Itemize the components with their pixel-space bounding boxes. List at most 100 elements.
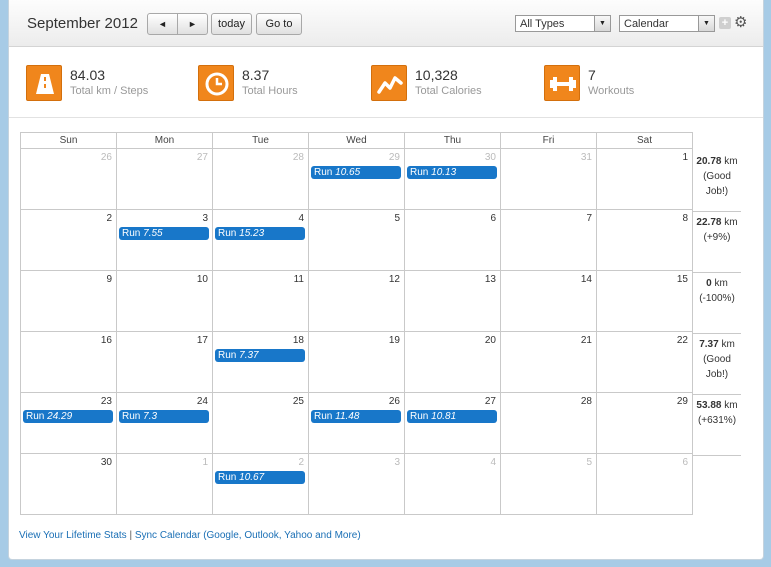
week-distance: 20.78 <box>696 156 722 167</box>
day-cell[interactable]: 7 <box>500 209 597 271</box>
workout-event[interactable]: Run 15.23 <box>215 227 305 240</box>
workout-event[interactable]: Run 7.3 <box>119 410 209 423</box>
day-cell[interactable]: 17 <box>116 331 213 393</box>
day-cell[interactable]: 24 Run 7.3 <box>116 392 213 454</box>
day-cell[interactable]: 4 <box>404 453 501 515</box>
weekday-header: Sun Mon Tue Wed Thu Fri Sat <box>20 132 693 149</box>
event-type: Run <box>26 411 45 422</box>
week-change: (-100%) <box>699 293 735 304</box>
day-cell[interactable]: 1 <box>596 148 693 210</box>
week-change: (+631%) <box>697 415 737 426</box>
day-number: 3 <box>202 213 208 224</box>
day-number: 2 <box>106 213 112 224</box>
day-cell[interactable]: 9 <box>20 270 117 332</box>
day-cell[interactable]: 26 <box>20 148 117 210</box>
weekday-label: Mon <box>116 132 213 149</box>
day-cell[interactable]: 16 <box>20 331 117 393</box>
event-distance: 10.81 <box>431 411 457 422</box>
lifetime-stats-link[interactable]: View Your Lifetime Stats <box>19 530 127 541</box>
week-row: 30 1 2 Run 10.67 3 4 5 6 <box>20 453 693 515</box>
day-cell[interactable]: 31 <box>500 148 597 210</box>
day-number: 27 <box>196 152 208 163</box>
prev-month-button[interactable]: ◄ <box>147 13 178 35</box>
day-number: 1 <box>682 152 688 163</box>
day-cell[interactable]: 19 <box>308 331 405 393</box>
week-unit: km <box>724 217 738 228</box>
workout-event[interactable]: Run 10.13 <box>407 166 497 179</box>
stat-value: 7 <box>588 67 596 83</box>
weekday-label: Wed <box>308 132 405 149</box>
day-cell[interactable]: 13 <box>404 270 501 332</box>
day-cell[interactable]: 6 <box>596 453 693 515</box>
day-cell[interactable]: 28 <box>500 392 597 454</box>
day-cell[interactable]: 27 <box>116 148 213 210</box>
stats-bar: 84.03 Total km / Steps 8.37 Total Hours … <box>9 48 763 118</box>
day-number: 12 <box>388 274 400 285</box>
day-cell[interactable]: 3 <box>308 453 405 515</box>
goto-button[interactable]: Go to <box>256 13 302 35</box>
day-number: 16 <box>100 335 112 346</box>
sync-calendar-link[interactable]: Sync Calendar (Google, Outlook, Yahoo an… <box>135 530 361 541</box>
day-cell[interactable]: 29 Run 10.65 <box>308 148 405 210</box>
day-number: 30 <box>484 152 496 163</box>
add-icon[interactable]: + <box>719 17 731 29</box>
workout-event[interactable]: Run 24.29 <box>23 410 113 423</box>
day-cell[interactable]: 4 Run 15.23 <box>212 209 309 271</box>
day-cell[interactable]: 20 <box>404 331 501 393</box>
event-type: Run <box>410 167 429 178</box>
day-cell[interactable]: 5 <box>308 209 405 271</box>
day-cell[interactable]: 8 <box>596 209 693 271</box>
next-month-button[interactable]: ► <box>177 13 208 35</box>
view-select[interactable]: Calendar ▼ <box>619 15 715 32</box>
type-filter-select[interactable]: All Types ▼ <box>515 15 611 32</box>
day-cell[interactable]: 23 Run 24.29 <box>20 392 117 454</box>
type-filter-value: All Types <box>520 17 565 30</box>
day-cell[interactable]: 5 <box>500 453 597 515</box>
day-cell[interactable]: 6 <box>404 209 501 271</box>
day-cell[interactable]: 3 Run 7.55 <box>116 209 213 271</box>
week-row: 26 27 28 29 Run 10.65 30 Run 10.13 31 1 <box>20 148 693 210</box>
week-summary-divider <box>693 333 741 334</box>
workout-event[interactable]: Run 7.37 <box>215 349 305 362</box>
trend-icon <box>371 65 407 101</box>
week-distance: 22.78 <box>696 217 722 228</box>
day-cell[interactable]: 27 Run 10.81 <box>404 392 501 454</box>
today-button[interactable]: today <box>211 13 252 35</box>
toolbar: September 2012 ◄ ► today Go to All Types… <box>9 0 763 47</box>
day-cell[interactable]: 1 <box>116 453 213 515</box>
day-number: 22 <box>676 335 688 346</box>
workout-event[interactable]: Run 7.55 <box>119 227 209 240</box>
day-number: 23 <box>100 396 112 407</box>
day-cell[interactable]: 21 <box>500 331 597 393</box>
day-cell[interactable]: 15 <box>596 270 693 332</box>
workout-event[interactable]: Run 11.48 <box>311 410 401 423</box>
workout-event[interactable]: Run 10.67 <box>215 471 305 484</box>
day-cell[interactable]: 30 <box>20 453 117 515</box>
day-cell[interactable]: 26 Run 11.48 <box>308 392 405 454</box>
event-type: Run <box>218 228 237 239</box>
day-cell[interactable]: 18 Run 7.37 <box>212 331 309 393</box>
workout-event[interactable]: Run 10.65 <box>311 166 401 179</box>
day-number: 6 <box>682 457 688 468</box>
day-cell[interactable]: 22 <box>596 331 693 393</box>
day-cell[interactable]: 11 <box>212 270 309 332</box>
week-change: (Good Job!) <box>703 354 731 380</box>
week-summary: 0 km (-100%) <box>692 276 742 306</box>
event-type: Run <box>122 411 141 422</box>
day-cell[interactable]: 12 <box>308 270 405 332</box>
week-distance: 7.37 <box>699 339 719 350</box>
day-cell[interactable]: 2 Run 10.67 <box>212 453 309 515</box>
view-select-value: Calendar <box>624 17 669 30</box>
day-cell[interactable]: 29 <box>596 392 693 454</box>
workout-event[interactable]: Run 10.81 <box>407 410 497 423</box>
event-distance: 7.3 <box>143 411 158 422</box>
day-cell[interactable]: 30 Run 10.13 <box>404 148 501 210</box>
chevron-down-icon: ▼ <box>698 16 714 31</box>
day-cell[interactable]: 28 <box>212 148 309 210</box>
day-cell[interactable]: 10 <box>116 270 213 332</box>
day-cell[interactable]: 25 <box>212 392 309 454</box>
gear-icon[interactable]: ⚙ <box>734 13 747 31</box>
day-cell[interactable]: 14 <box>500 270 597 332</box>
day-cell[interactable]: 2 <box>20 209 117 271</box>
week-summary: 20.78 km (Good Job!) <box>692 154 742 199</box>
